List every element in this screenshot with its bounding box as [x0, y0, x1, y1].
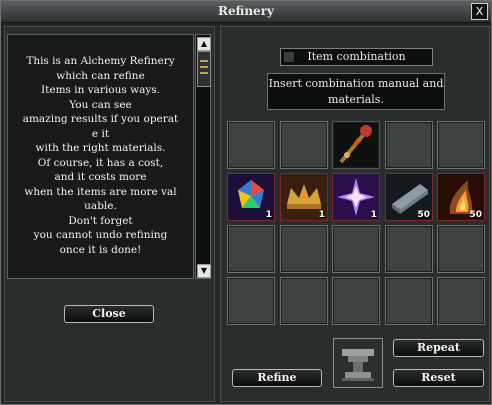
title-bar[interactable]: Refinery X [1, 1, 491, 23]
ornate-staff-icon [333, 122, 379, 172]
refinery-window: Refinery X This is an Alchemy Refinery w… [0, 0, 492, 405]
empty-slot[interactable] [280, 277, 328, 325]
empty-slot[interactable] [227, 121, 275, 169]
item-count: 1 [370, 210, 377, 220]
description-text: This is an Alchemy Refinery which can re… [22, 55, 179, 256]
description-scrollbar[interactable]: ▲ ▼ [195, 34, 211, 279]
empty-slot[interactable] [385, 277, 433, 325]
window-title: Refinery [218, 4, 274, 18]
empty-slot[interactable] [227, 277, 275, 325]
item-count: 50 [469, 210, 482, 220]
close-button[interactable]: Close [64, 305, 154, 323]
repeat-button[interactable]: Repeat [393, 339, 484, 357]
item-grid: 1 1 1 50 50 [225, 119, 487, 329]
combination-title: Item combination [280, 48, 433, 66]
anvil-icon [333, 338, 383, 388]
scroll-thumb[interactable] [197, 51, 211, 87]
empty-slot[interactable] [385, 121, 433, 169]
close-window-button[interactable]: X [471, 3, 488, 20]
item-slot[interactable] [332, 121, 380, 169]
scroll-down-button[interactable]: ▼ [197, 264, 211, 278]
empty-slot[interactable] [227, 225, 275, 273]
empty-slot[interactable] [385, 225, 433, 273]
item-slot[interactable]: 50 [385, 173, 433, 221]
combination-instruction: Insert combination manual and materials. [267, 73, 445, 110]
scroll-up-button[interactable]: ▲ [197, 37, 211, 51]
item-count: 1 [265, 210, 272, 220]
item-count: 50 [417, 210, 430, 220]
item-slot[interactable]: 1 [332, 173, 380, 221]
empty-slot[interactable] [332, 277, 380, 325]
empty-slot[interactable] [437, 225, 485, 273]
empty-slot[interactable] [437, 121, 485, 169]
item-slot[interactable]: 50 [437, 173, 485, 221]
item-slot[interactable]: 1 [280, 173, 328, 221]
empty-slot[interactable] [332, 225, 380, 273]
refine-button[interactable]: Refine [232, 369, 322, 387]
empty-slot[interactable] [437, 277, 485, 325]
reset-button[interactable]: Reset [393, 369, 484, 387]
item-slot[interactable]: 1 [227, 173, 275, 221]
empty-slot[interactable] [280, 225, 328, 273]
empty-slot[interactable] [280, 121, 328, 169]
description-box: This is an Alchemy Refinery which can re… [7, 34, 194, 279]
item-count: 1 [318, 210, 325, 220]
